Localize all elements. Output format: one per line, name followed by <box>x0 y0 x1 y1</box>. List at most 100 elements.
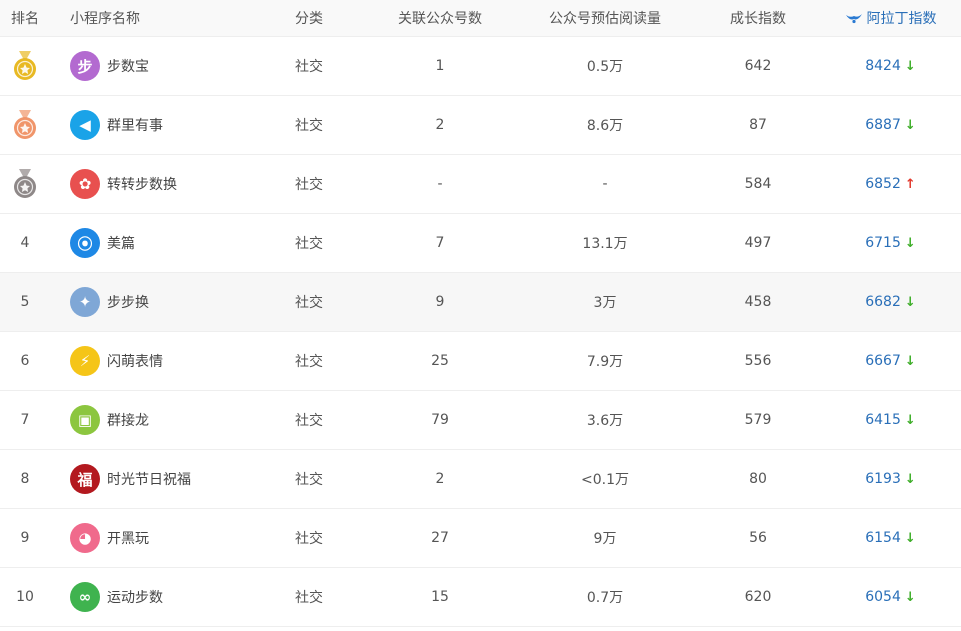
rank-medal <box>0 96 50 154</box>
category: 社交 <box>295 472 323 488</box>
trend-down-icon: ↓ <box>904 589 916 605</box>
app-name[interactable]: 群里有事 <box>107 115 163 135</box>
app-name[interactable]: 闪萌表情 <box>107 351 163 371</box>
growth-index: 642 <box>744 58 772 74</box>
public-account-count: 79 <box>431 412 449 428</box>
blessing-icon: 福 <box>70 464 100 494</box>
table-row[interactable]: 4 ⦿ 美篇 社交 7 13.1万 497 6715 ↓ <box>0 214 961 273</box>
rank-medal <box>0 155 50 213</box>
trend-down-icon: ↓ <box>904 530 916 546</box>
aladdin-index-value: 6715 <box>865 235 901 251</box>
app-name-cell[interactable]: ◀ 群里有事 <box>70 96 280 154</box>
app-name-cell[interactable]: ✿ 转转步数换 <box>70 155 280 213</box>
app-name-cell[interactable]: ◕ 开黑玩 <box>70 509 280 567</box>
header-index[interactable]: 阿拉丁指数 <box>820 0 961 36</box>
category: 社交 <box>295 295 323 311</box>
aladdin-index: 6682 ↓ <box>820 273 961 331</box>
app-name-cell[interactable]: 福时光节日祝福 <box>70 450 280 508</box>
header-reads: 公众号预估阅读量 <box>549 11 661 27</box>
aladdin-index-value: 8424 <box>865 58 901 74</box>
public-account-count: 7 <box>435 235 445 251</box>
estimated-reads: 7.9万 <box>586 354 624 370</box>
aladdin-index: 6887 ↓ <box>820 96 961 154</box>
rank-number: 8 <box>20 471 30 487</box>
growth-index: 458 <box>744 294 772 310</box>
table-row[interactable]: 9 ◕ 开黑玩 社交 27 9万 56 6154 ↓ <box>0 509 961 568</box>
trend-down-icon: ↓ <box>904 353 916 369</box>
category: 社交 <box>295 354 323 370</box>
header-rank: 排名 <box>11 11 39 27</box>
trend-down-icon: ↓ <box>904 58 916 74</box>
aladdin-index-value: 6054 <box>865 589 901 605</box>
category: 社交 <box>295 177 323 193</box>
trend-down-icon: ↓ <box>904 412 916 428</box>
app-name[interactable]: 群接龙 <box>107 410 149 430</box>
category: 社交 <box>295 236 323 252</box>
app-name[interactable]: 步步换 <box>107 292 149 312</box>
table-row[interactable]: 10 ∞ 运动步数 社交 15 0.7万 620 6054 ↓ <box>0 568 961 627</box>
estimated-reads: 3万 <box>593 295 617 311</box>
table-row[interactable]: ✿ 转转步数换 社交 - - 584 6852 ↑ <box>0 155 961 214</box>
growth-index: 620 <box>744 589 772 605</box>
table-row[interactable]: 7 ▣ 群接龙 社交 79 3.6万 579 6415 ↓ <box>0 391 961 450</box>
table-row[interactable]: ◀ 群里有事 社交 2 8.6万 87 6887 ↓ <box>0 96 961 155</box>
shoe-icon: ✦ <box>70 287 100 317</box>
rank-number: 5 <box>20 294 30 310</box>
growth-index: 80 <box>749 471 767 487</box>
estimated-reads: <0.1万 <box>581 472 629 488</box>
estimated-reads: 0.5万 <box>586 59 624 75</box>
app-name-cell[interactable]: ∞ 运动步数 <box>70 568 280 626</box>
gold-medal-icon <box>13 51 37 81</box>
app-name-cell[interactable]: ⚡ 闪萌表情 <box>70 332 280 390</box>
app-name-cell[interactable]: ▣ 群接龙 <box>70 391 280 449</box>
app-name-cell[interactable]: ⦿ 美篇 <box>70 214 280 272</box>
aladdin-index-value: 6852 <box>865 176 901 192</box>
table-row[interactable]: 步步数宝 社交 1 0.5万 642 8424 ↓ <box>0 37 961 96</box>
header-index-label: 阿拉丁指数 <box>866 11 937 27</box>
growth-index: 556 <box>744 353 772 369</box>
estimated-reads: 8.6万 <box>586 118 624 134</box>
category: 社交 <box>295 590 323 606</box>
trend-down-icon: ↓ <box>904 471 916 487</box>
trend-down-icon: ↓ <box>904 117 916 133</box>
estimated-reads: 13.1万 <box>582 236 628 252</box>
table-row[interactable]: 8 福时光节日祝福 社交 2 <0.1万 80 6193 ↓ <box>0 450 961 509</box>
table-row[interactable]: 6 ⚡ 闪萌表情 社交 25 7.9万 556 6667 ↓ <box>0 332 961 391</box>
category: 社交 <box>295 59 323 75</box>
aladdin-index-value: 6887 <box>865 117 901 133</box>
app-name[interactable]: 开黑玩 <box>107 528 149 548</box>
aladdin-index: 6415 ↓ <box>820 391 961 449</box>
header-category: 分类 <box>295 11 323 27</box>
rank-number: 10 <box>16 589 34 605</box>
public-account-count: 27 <box>431 530 449 546</box>
aladdin-index: 6154 ↓ <box>820 509 961 567</box>
app-name[interactable]: 步数宝 <box>107 56 149 76</box>
trend-down-icon: ↓ <box>904 294 916 310</box>
app-name-cell[interactable]: ✦ 步步换 <box>70 273 280 331</box>
table-header: 排名 小程序名称 分类 关联公众号数 公众号预估阅读量 成长指数 阿拉丁指数 <box>0 0 961 37</box>
growth-index: 56 <box>749 530 767 546</box>
estimated-reads: 9万 <box>593 531 617 547</box>
app-name[interactable]: 时光节日祝福 <box>107 469 191 489</box>
app-name[interactable]: 运动步数 <box>107 587 163 607</box>
estimated-reads: 0.7万 <box>586 590 624 606</box>
lightning-icon: ⚡ <box>70 346 100 376</box>
aladdin-index: 6054 ↓ <box>820 568 961 626</box>
public-account-count: - <box>437 176 443 192</box>
bronze-medal-icon <box>13 110 37 140</box>
meipian-icon: ⦿ <box>70 228 100 258</box>
aladdin-index-value: 6667 <box>865 353 901 369</box>
public-account-count: 25 <box>431 353 449 369</box>
app-name[interactable]: 美篇 <box>107 233 135 253</box>
table-row[interactable]: 5 ✦ 步步换 社交 9 3万 458 6682 ↓ <box>0 273 961 332</box>
aladdin-index: 6193 ↓ <box>820 450 961 508</box>
footprint-icon: ∞ <box>70 582 100 612</box>
megaphone-icon: ◀ <box>70 110 100 140</box>
header-growth: 成长指数 <box>730 11 786 27</box>
estimated-reads: - <box>602 176 608 192</box>
rank-number: 6 <box>20 353 30 369</box>
rank-medal <box>0 37 50 95</box>
silver-medal-icon <box>13 169 37 199</box>
app-name-cell[interactable]: 步步数宝 <box>70 37 280 95</box>
app-name[interactable]: 转转步数换 <box>107 174 177 194</box>
